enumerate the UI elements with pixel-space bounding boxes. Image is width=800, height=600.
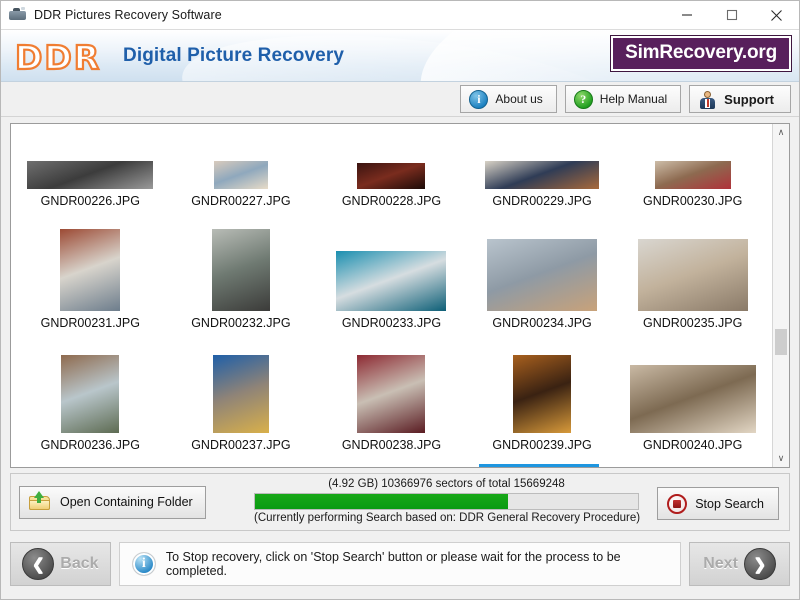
question-icon: ?	[574, 90, 593, 109]
simrecovery-badge[interactable]: SimRecovery.org	[611, 36, 791, 71]
thumbnail-filename: GNDR00231.JPG	[41, 316, 140, 330]
stop-icon	[667, 494, 687, 514]
app-subtitle: Digital Picture Recovery	[123, 45, 344, 67]
thumbnail-filename: GNDR00233.JPG	[342, 316, 441, 330]
stop-search-button[interactable]: Stop Search	[657, 487, 779, 520]
window-controls	[664, 1, 799, 30]
file-grid-panel: GNDR00226.JPG GNDR00227.JPG GNDR00228.JPG G…	[10, 123, 790, 468]
ddr-logo: DDR	[15, 38, 101, 77]
progress-group: (4.92 GB) 10366976 sectors of total 1566…	[254, 478, 639, 524]
thumbnail-cell[interactable]: GNDR00232.JPG	[166, 210, 317, 332]
thumbnail-image[interactable]	[357, 163, 425, 189]
thumbnail-cell[interactable]: GNDR00238.JPG	[316, 332, 467, 454]
scroll-down-icon[interactable]: ∨	[773, 450, 789, 467]
help-manual-label: Help Manual	[600, 92, 667, 106]
thumbnail-cell[interactable]: GNDR00235.JPG	[617, 210, 768, 332]
thumbnail-cell[interactable]: GNDR00231.JPG	[15, 210, 166, 332]
chevron-right-icon: ❯	[744, 548, 776, 580]
thumbnail-cell[interactable]: GNDR00234.JPG	[467, 210, 618, 332]
thumbnail-filename: GNDR00237.JPG	[191, 438, 290, 452]
sector-progress-text: (4.92 GB) 10366976 sectors of total 1566…	[254, 478, 639, 490]
status-message-text: To Stop recovery, click on 'Stop Search'…	[166, 550, 668, 578]
about-us-label: About us	[495, 92, 542, 106]
thumbnail-cell[interactable]: GNDR00227.JPG	[166, 124, 317, 210]
about-us-button[interactable]: i About us	[460, 85, 556, 113]
next-label: Next	[703, 555, 738, 573]
thumbnail-image[interactable]	[212, 229, 270, 311]
thumbnail-filename: GNDR00235.JPG	[643, 316, 742, 330]
thumbnail-filename: GNDR00230.JPG	[643, 194, 742, 208]
thumbnail-filename: GNDR00234.JPG	[492, 316, 591, 330]
title-bar: DDR Pictures Recovery Software	[1, 1, 799, 30]
chevron-left-icon: ❮	[22, 548, 54, 580]
thumbnail-filename: GNDR00227.JPG	[191, 194, 290, 208]
thumbnail-cell[interactable]: GNDR00240.JPG	[617, 332, 768, 454]
application-window: DDR Pictures Recovery Software DDR Digit…	[0, 0, 800, 600]
stop-search-label: Stop Search	[695, 497, 764, 511]
back-button[interactable]: ❮ Back	[10, 542, 111, 586]
scroll-up-icon[interactable]: ∧	[773, 124, 789, 141]
back-label: Back	[60, 555, 98, 573]
next-button[interactable]: Next ❯	[689, 542, 790, 586]
thumbnail-cell[interactable]: GNDR00239.JPG	[467, 332, 618, 454]
thumbnail-cell[interactable]: GNDR00226.JPG	[15, 124, 166, 210]
thumbnail-image[interactable]	[357, 355, 425, 433]
progress-strip: Open Containing Folder (4.92 GB) 1036697…	[10, 473, 790, 531]
thumbnail-image[interactable]	[27, 161, 153, 189]
progress-bar-fill	[255, 494, 508, 509]
thumbnail-grid: GNDR00226.JPG GNDR00227.JPG GNDR00228.JPG G…	[11, 124, 772, 454]
info-icon: i	[469, 90, 488, 109]
thumbnail-filename: GNDR00229.JPG	[492, 194, 591, 208]
scrollbar-thumb[interactable]	[775, 329, 787, 355]
support-button[interactable]: Support	[689, 85, 791, 113]
folder-upload-icon	[28, 492, 52, 512]
maximize-button[interactable]	[709, 1, 754, 30]
thumbnail-image[interactable]	[655, 161, 731, 189]
thumbnail-cell[interactable]: GNDR00230.JPG	[617, 124, 768, 210]
thumbnail-cell[interactable]: GNDR00229.JPG	[467, 124, 618, 210]
brand-header: DDR Digital Picture Recovery SimRecovery…	[1, 30, 799, 82]
support-label: Support	[724, 92, 774, 107]
thumbnail-filename: GNDR00232.JPG	[191, 316, 290, 330]
horizontal-scroll-accent[interactable]	[479, 464, 599, 467]
help-manual-button[interactable]: ? Help Manual	[565, 85, 681, 113]
thumbnail-filename: GNDR00226.JPG	[41, 194, 140, 208]
thumbnail-filename: GNDR00238.JPG	[342, 438, 441, 452]
thumbnail-scroll-area[interactable]: GNDR00226.JPG GNDR00227.JPG GNDR00228.JPG G…	[11, 124, 772, 467]
thumbnail-cell[interactable]: GNDR00236.JPG	[15, 332, 166, 454]
recovery-procedure-text: (Currently performing Search based on: D…	[254, 512, 639, 524]
thumbnail-cell[interactable]: GNDR00237.JPG	[166, 332, 317, 454]
thumbnail-filename: GNDR00239.JPG	[492, 438, 591, 452]
thumbnail-image[interactable]	[630, 365, 756, 433]
thumbnail-image[interactable]	[638, 239, 748, 311]
status-message-box: i To Stop recovery, click on 'Stop Searc…	[119, 542, 681, 586]
minimize-button[interactable]	[664, 1, 709, 30]
toolbar: i About us ? Help Manual Support	[1, 82, 799, 117]
open-containing-folder-button[interactable]: Open Containing Folder	[19, 486, 206, 519]
footer-nav: ❮ Back i To Stop recovery, click on 'Sto…	[10, 537, 790, 591]
progress-bar	[254, 493, 639, 510]
thumbnail-image[interactable]	[60, 229, 120, 311]
thumbnail-image[interactable]	[214, 161, 268, 189]
thumbnail-cell[interactable]: GNDR00233.JPG	[316, 210, 467, 332]
thumbnail-filename: GNDR00228.JPG	[342, 194, 441, 208]
thumbnail-image[interactable]	[213, 355, 269, 433]
thumbnail-filename: GNDR00240.JPG	[643, 438, 742, 452]
thumbnail-image[interactable]	[513, 355, 571, 433]
open-folder-label: Open Containing Folder	[60, 495, 193, 509]
thumbnail-filename: GNDR00236.JPG	[41, 438, 140, 452]
info-icon: i	[132, 552, 156, 576]
thumbnail-cell[interactable]: GNDR00228.JPG	[316, 124, 467, 210]
vertical-scrollbar[interactable]: ∧ ∨	[772, 124, 789, 467]
window-title: DDR Pictures Recovery Software	[34, 8, 222, 22]
close-button[interactable]	[754, 1, 799, 30]
thumbnail-image[interactable]	[336, 251, 446, 311]
camera-icon	[9, 7, 27, 23]
person-icon	[698, 90, 717, 109]
thumbnail-image[interactable]	[487, 239, 597, 311]
scrollbar-track[interactable]	[773, 141, 789, 450]
thumbnail-image[interactable]	[61, 355, 119, 433]
thumbnail-image[interactable]	[485, 161, 599, 189]
